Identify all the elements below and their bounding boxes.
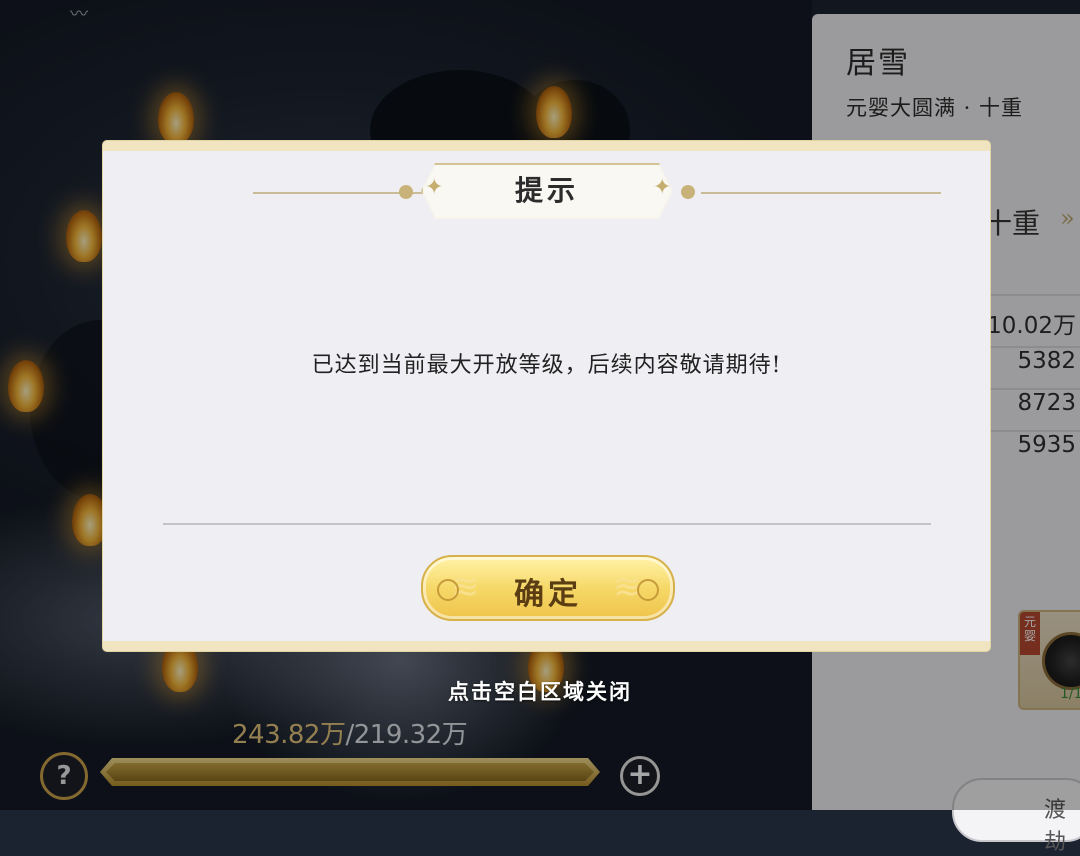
power-current: 243.82万: [232, 720, 346, 750]
breakthrough-button-label: 渡劫: [1044, 798, 1067, 855]
item-count: 1/1: [1060, 686, 1080, 702]
plus-icon[interactable]: +: [620, 756, 660, 796]
dialog-message: 已达到当前最大开放等级，后续内容敬请期待!: [311, 353, 782, 378]
title-ornament-knot: [681, 185, 695, 199]
character-realm: 元婴大圆满 · 十重: [846, 96, 1024, 120]
character-name: 居雪: [846, 46, 910, 81]
flame-lantern: [536, 86, 572, 138]
chevron-right-icon[interactable]: »: [1060, 204, 1080, 234]
divider: [163, 523, 931, 525]
flame-lantern: [158, 92, 194, 144]
confirm-button[interactable]: ≋ ≋ 确定: [421, 555, 675, 621]
item-icon: [1042, 632, 1080, 690]
title-ornament-knot: [399, 185, 413, 199]
power-readout: 243.82万/219.32万: [232, 714, 468, 751]
close-hint: 点击空白区域关闭: [448, 679, 632, 704]
sub-level-label: 十重: [984, 207, 1041, 240]
item-card[interactable]: 元婴 1/1: [1018, 610, 1080, 710]
title-ornament-line: [701, 192, 941, 194]
dialog-title: 提示: [514, 174, 579, 207]
help-icon[interactable]: ?: [40, 752, 88, 800]
progress-bar-fill: [106, 763, 594, 781]
item-badge: 元婴: [1020, 612, 1040, 655]
prompt-dialog: ✦ ✦ 提示 已达到当前最大开放等级，后续内容敬请期待! ≋ ≋ 确定: [103, 141, 990, 651]
crane-icon: 〰: [70, 4, 88, 25]
flame-lantern: [66, 210, 102, 262]
flame-lantern: [8, 360, 44, 412]
confirm-button-label: 确定: [514, 577, 582, 612]
power-max: /219.32万: [345, 720, 468, 750]
